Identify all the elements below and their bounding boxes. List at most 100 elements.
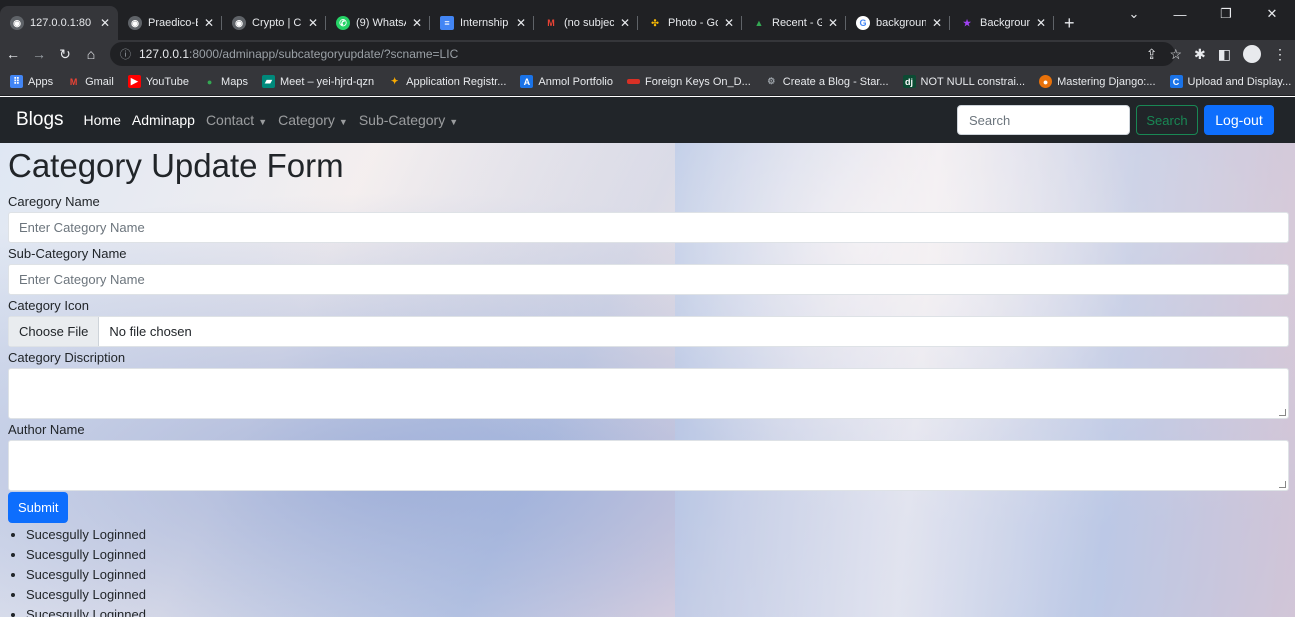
nav-link-home[interactable]: Home: [84, 112, 121, 128]
nav-dropdown-contact[interactable]: Contact ▼: [206, 112, 267, 128]
chevron-down-icon[interactable]: ⌄: [1111, 0, 1157, 28]
browser-tab[interactable]: M (no subject ✕: [534, 6, 638, 40]
bookmark-item[interactable]: ● Maps: [203, 75, 248, 88]
close-icon[interactable]: ✕: [932, 16, 942, 30]
bookmark-label: Mastering Django:...: [1057, 75, 1156, 88]
category-icon-label: Category Icon: [8, 298, 89, 313]
page-title: Category Update Form: [8, 147, 344, 184]
message-list: Sucesgully Loginned Sucesgully Loginned …: [8, 525, 1295, 617]
list-item: Sucesgully Loginned: [26, 525, 1295, 545]
gmail-icon: M: [69, 76, 78, 87]
bookmark-label: Foreign Keys On_D...: [644, 75, 751, 88]
drive-icon: ▲: [754, 18, 764, 28]
category-description-textarea[interactable]: [8, 368, 1289, 419]
minimize-button[interactable]: —: [1157, 0, 1203, 28]
search-button[interactable]: Search: [1136, 105, 1198, 135]
close-icon[interactable]: ✕: [308, 16, 318, 30]
bookmark-label: Apps: [28, 75, 54, 88]
globe-icon: ◉: [10, 16, 24, 30]
bookmark-item[interactable]: A Anmol Portfolio: [520, 75, 613, 88]
bookmark-item[interactable]: ● Mastering Django:...: [1039, 75, 1156, 88]
category-icon-file-input[interactable]: Choose File No file chosen: [8, 316, 1289, 347]
info-icon[interactable]: ⓘ: [120, 46, 131, 62]
nav-dropdown-label: Contact: [205, 112, 255, 128]
caret-down-icon: ▼: [258, 117, 268, 127]
close-icon[interactable]: ✕: [516, 16, 526, 30]
tab-title: Internship: [460, 17, 509, 29]
browser-tab[interactable]: ≡ Internship ✕: [430, 6, 534, 40]
bookmark-item[interactable]: C Upload and Display...: [1169, 75, 1292, 88]
apps-icon: ⠿: [10, 75, 23, 88]
close-icon[interactable]: ✕: [1036, 16, 1046, 30]
nav-dropdown-category[interactable]: Category ▼: [278, 112, 348, 128]
forward-button[interactable]: →: [26, 42, 52, 66]
tab-title: backgroun: [876, 17, 926, 29]
close-icon[interactable]: ✕: [724, 16, 734, 30]
author-name-textarea[interactable]: [8, 440, 1289, 491]
browser-tab[interactable]: ◉ Crypto | Ch ✕: [222, 6, 326, 40]
bookmark-star-icon[interactable]: ☆: [1169, 46, 1182, 63]
bookmark-item[interactable]: M Gmail: [67, 75, 114, 88]
bookmark-label: Gmail: [85, 75, 114, 88]
share-icon[interactable]: ⇪: [1146, 46, 1158, 63]
submit-button[interactable]: Submit: [8, 492, 69, 523]
bookmark-item[interactable]: ⚙ Create a Blog - Star...: [765, 75, 889, 88]
browser-tab[interactable]: ✆ (9) WhatsA ✕: [326, 6, 430, 40]
bookmark-label: Upload and Display...: [1187, 75, 1292, 88]
tab-title: Recent - Go: [772, 17, 822, 29]
close-icon[interactable]: ✕: [828, 16, 838, 30]
new-tab-button[interactable]: +: [1054, 6, 1085, 40]
browser-tab-strip: ◉ 127.0.0.1:80 ✕ ◉ Praedico-B ✕ ◉ Crypto…: [0, 0, 1295, 40]
bookmark-item[interactable]: ▰ Meet – yei-hjrd-qzn: [261, 75, 374, 88]
browser-tab[interactable]: ✣ Photo - Go ✕: [638, 6, 742, 40]
bookmarks-bar: ⠿ Apps M Gmail ▶ YouTube ● Maps ▰ Meet – yei-…: [0, 68, 1295, 96]
portfolio-icon: A: [520, 75, 534, 88]
browser-tab[interactable]: ◉ 127.0.0.1:80 ✕: [0, 6, 118, 40]
author-name-label: Author Name: [8, 422, 85, 437]
profile-avatar[interactable]: [1243, 45, 1261, 63]
category-name-input[interactable]: Enter Category Name: [8, 212, 1289, 243]
category-name-placeholder: Enter Category Name: [19, 220, 145, 235]
url-path: :8000/adminapp/subcategoryupdate/?scname…: [189, 47, 459, 61]
back-button[interactable]: ←: [0, 42, 26, 66]
bookmark-item[interactable]: ▶ YouTube: [127, 75, 189, 88]
bookmark-label: NOT NULL constrai...: [920, 75, 1026, 88]
home-button[interactable]: ⌂: [78, 42, 104, 66]
extensions-icon[interactable]: ✱: [1194, 46, 1206, 63]
page-content: Category Update Form Caregory Name Enter…: [0, 143, 1295, 617]
bookmark-label: Anmol Portfolio: [538, 75, 613, 88]
logout-button[interactable]: Log-out: [1204, 105, 1274, 135]
bookmark-item[interactable]: ⠿ Apps: [10, 75, 53, 88]
close-icon[interactable]: ✕: [412, 16, 422, 30]
bookmark-item[interactable]: Foreign Keys On_D...: [626, 75, 751, 88]
bookmark-label: Create a Blog - Star...: [782, 75, 889, 88]
search-input[interactable]: [957, 105, 1130, 135]
subcategory-name-placeholder: Enter Category Name: [19, 272, 145, 287]
bookmark-item[interactable]: ✦ Application Registr...: [388, 75, 507, 88]
close-icon[interactable]: ✕: [100, 16, 110, 30]
browser-tab[interactable]: ★ Backgroun ✕: [950, 6, 1054, 40]
browser-tab[interactable]: ◉ Praedico-B ✕: [118, 6, 222, 40]
youtube-icon: ▶: [127, 75, 141, 88]
close-icon[interactable]: ✕: [620, 16, 630, 30]
subcategory-name-input[interactable]: Enter Category Name: [8, 264, 1289, 295]
bookmark-item[interactable]: dj NOT NULL constrai...: [902, 75, 1026, 88]
mastering-django-icon: ●: [1039, 75, 1053, 88]
close-icon[interactable]: ✕: [204, 16, 214, 30]
navbar-brand[interactable]: Blogs: [16, 109, 64, 131]
address-bar[interactable]: ⓘ 127.0.0.1:8000/adminapp/subcategoryupd…: [110, 42, 1175, 66]
browser-tab[interactable]: ▲ Recent - Go ✕: [742, 6, 846, 40]
tab-title: (no subject: [564, 17, 614, 29]
side-panel-icon[interactable]: ◧: [1218, 46, 1231, 63]
url-host: 127.0.0.1: [139, 47, 190, 61]
menu-icon[interactable]: ⋮: [1273, 46, 1287, 63]
restore-button[interactable]: ❐: [1203, 0, 1249, 28]
reload-button[interactable]: ↻: [52, 42, 78, 66]
choose-file-button[interactable]: Choose File: [9, 317, 100, 346]
browser-tab[interactable]: G backgroun ✕: [846, 6, 950, 40]
close-window-button[interactable]: ✕: [1249, 0, 1295, 28]
nav-dropdown-subcategory[interactable]: Sub-Category ▼: [359, 112, 458, 128]
no-file-chosen-text: No file chosen: [109, 324, 192, 339]
nav-link-adminapp[interactable]: Adminapp: [132, 112, 195, 128]
window-controls: ⌄ — ❐ ✕: [1111, 0, 1295, 28]
